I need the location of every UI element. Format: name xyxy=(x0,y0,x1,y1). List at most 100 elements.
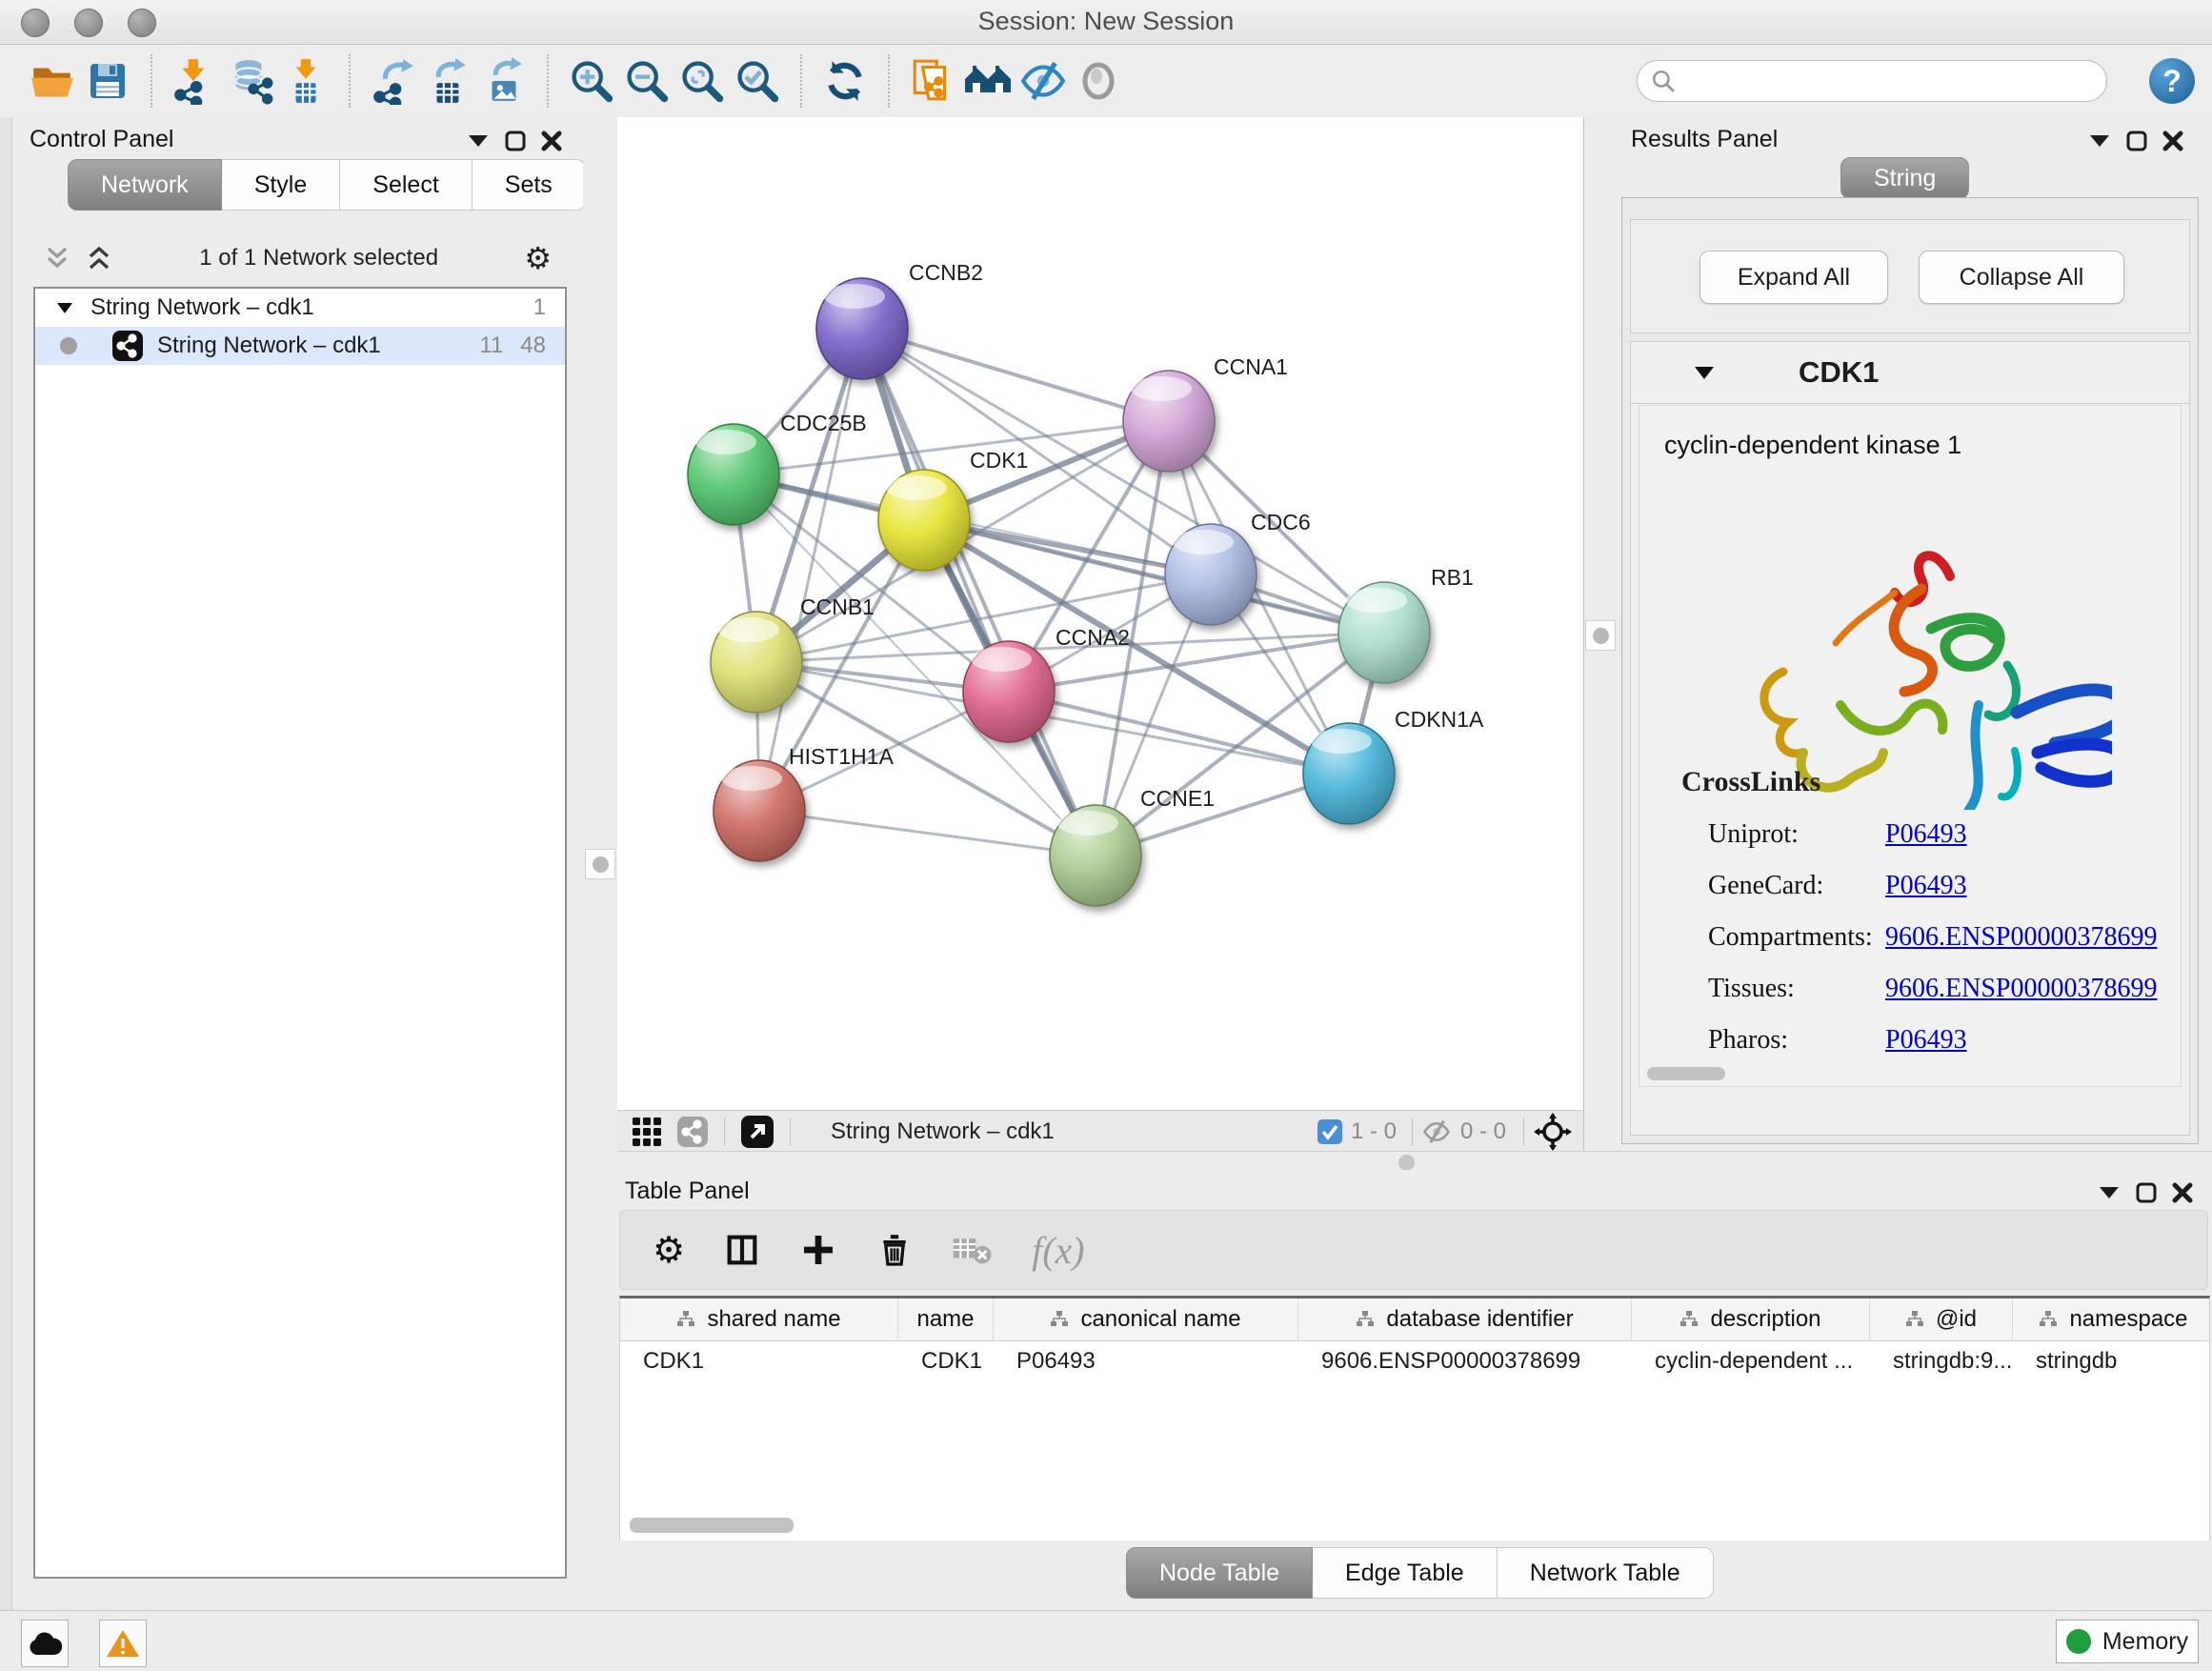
birdseye-grid-icon[interactable] xyxy=(631,1116,663,1148)
hide-selection-button[interactable] xyxy=(1016,53,1071,109)
tree-expander-icon[interactable] xyxy=(56,302,73,314)
group-nodes-button[interactable] xyxy=(960,53,1016,109)
expand-all-networks-icon[interactable] xyxy=(43,246,71,271)
expand-all-button[interactable]: Expand All xyxy=(1699,251,1888,304)
network-node-CCNB1[interactable] xyxy=(711,612,802,713)
tab-style[interactable]: Style xyxy=(222,159,341,211)
open-session-button[interactable] xyxy=(25,53,80,109)
delete-table-icon[interactable] xyxy=(952,1233,994,1267)
table-horizontal-scrollbar[interactable] xyxy=(630,1518,794,1533)
new-network-from-selection-button[interactable] xyxy=(905,53,960,109)
network-edge[interactable] xyxy=(862,329,1169,421)
column-header-database-identifier[interactable]: database identifier xyxy=(1298,1299,1632,1340)
float-panel-icon[interactable] xyxy=(505,131,526,151)
right-splitter[interactable] xyxy=(1583,117,1619,1151)
crosslink-link[interactable]: 9606.ENSP00000378699 xyxy=(1885,922,2157,953)
left-splitter-handle[interactable] xyxy=(585,849,615,879)
network-canvas[interactable]: CCNB2CCNA1CDC25BCDK1CDC6RB1CCNB1CCNA2CDK… xyxy=(617,117,1583,1110)
collapse-panel-icon[interactable] xyxy=(2098,1185,2121,1200)
network-edge[interactable] xyxy=(759,811,1096,856)
network-collection-row[interactable]: String Network – cdk1 1 xyxy=(35,289,565,327)
network-graph[interactable]: CCNB2CCNA1CDC25BCDK1CDC6RB1CCNB1CCNA2CDK… xyxy=(617,117,1583,1110)
column-header-name[interactable]: name xyxy=(898,1299,994,1340)
network-node-CCNA2[interactable] xyxy=(963,641,1078,742)
network-node-CDC6[interactable] xyxy=(1165,524,1262,625)
table-cell[interactable]: 9606.ENSP00000378699 xyxy=(1298,1341,1632,1381)
network-node-CCNB2[interactable] xyxy=(816,278,925,379)
table-cell[interactable]: stringdb:9... xyxy=(1870,1341,2013,1381)
zoom-in-button[interactable] xyxy=(564,53,619,109)
tab-string[interactable]: String xyxy=(1840,157,1969,199)
column-header-description[interactable]: description xyxy=(1632,1299,1870,1340)
zoom-out-button[interactable] xyxy=(619,53,674,109)
tab-edge-table[interactable]: Edge Table xyxy=(1313,1547,1498,1599)
table-options-gear-icon[interactable]: ⚙ xyxy=(653,1229,685,1272)
zoom-selected-button[interactable] xyxy=(730,53,785,109)
column-header-namespace[interactable]: namespace xyxy=(2013,1299,2210,1340)
table-row[interactable]: CDK1CDK1P064939606.ENSP00000378699cyclin… xyxy=(620,1341,2209,1381)
collapse-all-button[interactable]: Collapse All xyxy=(1919,251,2124,304)
column-header-shared-name[interactable]: shared name xyxy=(620,1299,898,1340)
table-cell[interactable]: stringdb xyxy=(2013,1341,2210,1381)
apply-preferred-layout-button[interactable] xyxy=(817,53,873,109)
column-header-@id[interactable]: @id xyxy=(1870,1299,2013,1340)
table-cell[interactable]: CDK1 xyxy=(620,1341,898,1381)
memory-button[interactable]: Memory xyxy=(2056,1620,2199,1663)
tab-network[interactable]: Network xyxy=(68,159,222,211)
open-view-in-window-icon[interactable] xyxy=(740,1115,774,1149)
table-cell[interactable]: P06493 xyxy=(994,1341,1298,1381)
selected-nodes-checkbox-icon[interactable] xyxy=(1317,1118,1343,1145)
section-expander-icon[interactable] xyxy=(1694,366,1715,380)
float-panel-icon[interactable] xyxy=(2136,1182,2157,1203)
network-node-HIST1H1A[interactable] xyxy=(714,760,832,861)
close-panel-icon[interactable] xyxy=(2172,1182,2193,1203)
tab-network-table[interactable]: Network Table xyxy=(1498,1547,1714,1599)
network-edge[interactable] xyxy=(862,329,1096,856)
network-node-CDC25B[interactable] xyxy=(688,424,798,525)
horizontal-splitter[interactable] xyxy=(617,1151,2212,1171)
crosslink-link[interactable]: P06493 xyxy=(1885,871,1967,901)
gene-section-header[interactable]: CDK1 xyxy=(1631,342,2189,404)
import-network-from-file-button[interactable] xyxy=(168,53,223,109)
close-panel-icon[interactable] xyxy=(2162,131,2183,151)
zoom-fit-button[interactable] xyxy=(674,53,730,109)
crosslink-link[interactable]: P06493 xyxy=(1885,1025,1967,1056)
cloud-status-button[interactable] xyxy=(21,1620,69,1667)
warnings-button[interactable] xyxy=(99,1620,147,1667)
table-cell[interactable]: CDK1 xyxy=(898,1341,994,1381)
export-image-button[interactable] xyxy=(476,53,532,109)
tab-node-table[interactable]: Node Table xyxy=(1126,1547,1313,1599)
network-node-CCNE1[interactable] xyxy=(1050,805,1162,906)
save-session-button[interactable] xyxy=(80,53,135,109)
network-node-CDK1[interactable] xyxy=(878,470,995,571)
export-network-button[interactable] xyxy=(366,53,421,109)
collapse-panel-icon[interactable] xyxy=(467,133,490,149)
import-table-from-file-button[interactable] xyxy=(278,53,333,109)
navigator-crosshair-icon[interactable] xyxy=(1534,1113,1572,1151)
collapse-panel-icon[interactable] xyxy=(2088,133,2111,149)
import-network-from-database-button[interactable] xyxy=(223,53,278,109)
function-builder-icon[interactable]: f(x) xyxy=(1032,1228,1085,1273)
show-all-button[interactable] xyxy=(1071,53,1126,109)
crosslink-link[interactable]: P06493 xyxy=(1885,819,1967,850)
show-columns-icon[interactable] xyxy=(723,1231,761,1269)
horizontal-splitter-handle[interactable] xyxy=(1398,1155,1415,1171)
tab-sets[interactable]: Sets xyxy=(473,159,586,211)
search-input[interactable] xyxy=(1683,67,2106,95)
network-row-selected[interactable]: String Network – cdk1 11 48 xyxy=(35,327,565,365)
delete-column-icon[interactable] xyxy=(875,1231,914,1269)
help-button[interactable]: ? xyxy=(2149,58,2195,104)
tab-select[interactable]: Select xyxy=(340,159,472,211)
export-table-button[interactable] xyxy=(421,53,476,109)
network-edge[interactable] xyxy=(1009,692,1349,774)
left-splitter[interactable] xyxy=(583,117,618,1151)
right-splitter-handle[interactable] xyxy=(1585,620,1616,651)
close-panel-icon[interactable] xyxy=(541,131,562,151)
collapse-all-networks-icon[interactable] xyxy=(85,246,113,271)
float-panel-icon[interactable] xyxy=(2126,131,2147,151)
network-edge[interactable] xyxy=(759,329,862,811)
string-view-icon[interactable] xyxy=(676,1116,709,1148)
table-cell[interactable]: cyclin-dependent ... xyxy=(1632,1341,1870,1381)
column-header-canonical-name[interactable]: canonical name xyxy=(994,1299,1298,1340)
network-node-CDKN1A[interactable] xyxy=(1303,723,1395,824)
